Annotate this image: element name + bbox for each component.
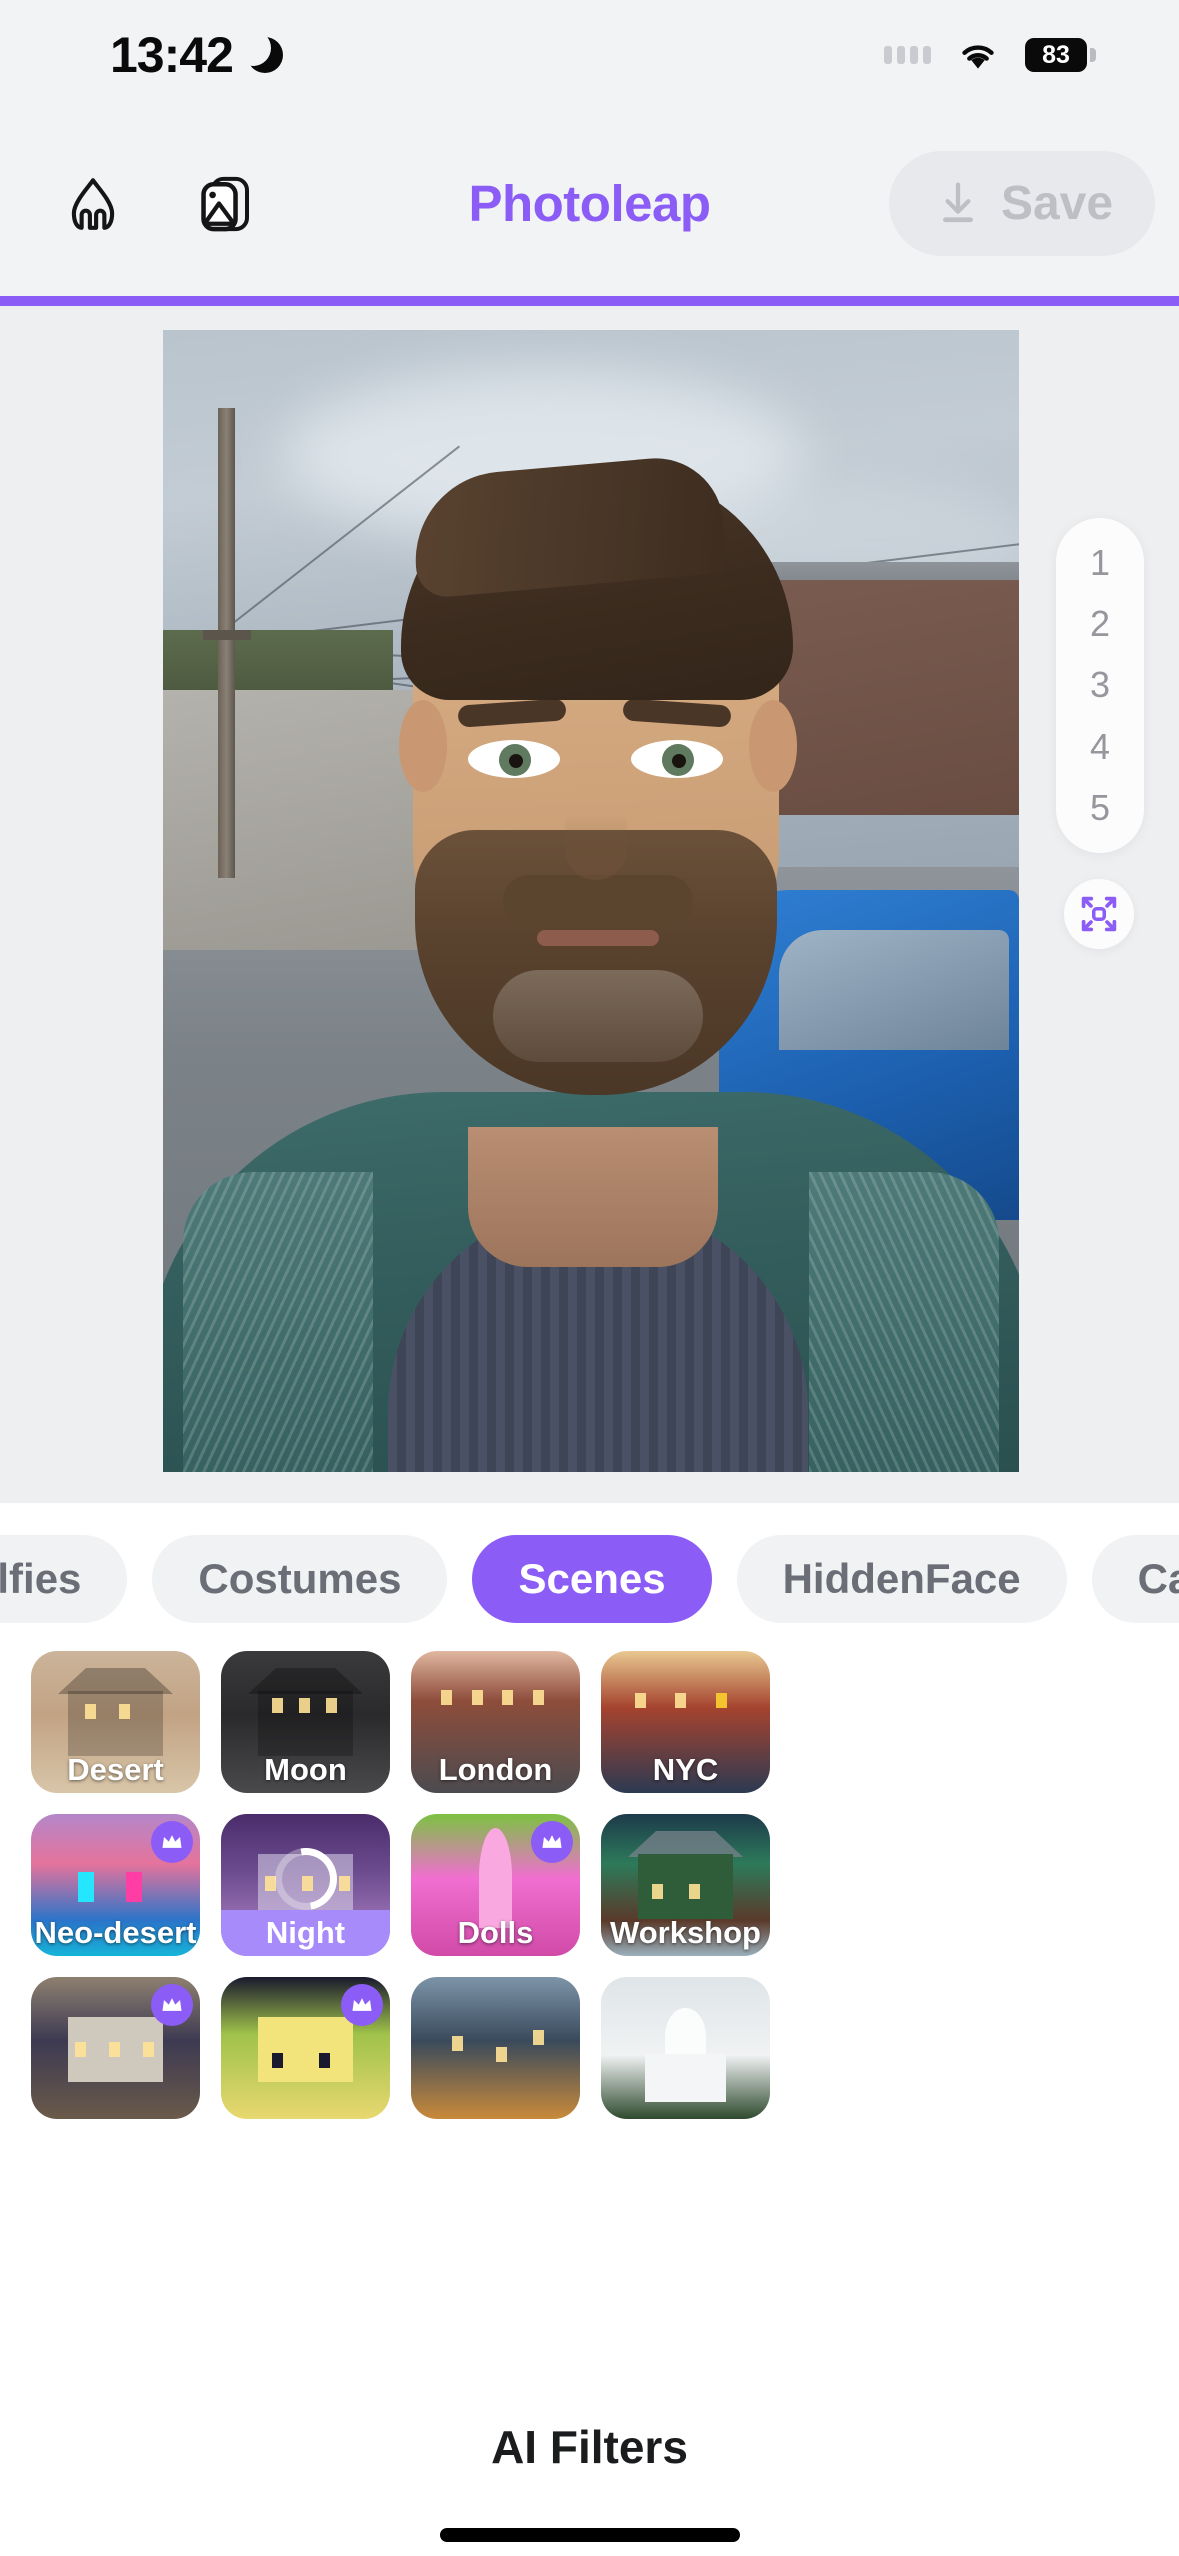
download-icon [942, 182, 973, 222]
category-tabs[interactable]: Selfies Costumes Scenes HiddenFace Carto [0, 1523, 1179, 1635]
crown-icon [542, 1835, 562, 1848]
scene-tile-label: Night [221, 1910, 390, 1956]
photo-jacket-mesh-left [183, 1172, 373, 1472]
premium-badge [151, 1984, 193, 2026]
photo-neck [468, 1127, 718, 1267]
premium-badge [151, 1821, 193, 1863]
scene-tile-label: NYC [652, 1752, 719, 1787]
photo-mustache [503, 875, 693, 927]
scene-tile-castle[interactable] [411, 1977, 580, 2119]
photo-pupil-right [672, 754, 686, 768]
scene-tile-label [31, 2073, 200, 2119]
variation-item-3[interactable]: 3 [1068, 659, 1132, 711]
premium-badge [531, 1821, 573, 1863]
scene-tile-taj[interactable] [601, 1977, 770, 2119]
scene-tile-night[interactable]: Night [221, 1814, 390, 1956]
photo-jacket-mesh-right [809, 1172, 999, 1472]
status-bar-left: 13:42 [110, 26, 283, 84]
scene-tile-label: Workshop [610, 1915, 761, 1950]
scene-tile-label: Dolls [457, 1915, 534, 1950]
scene-tile-desert[interactable]: Desert [31, 1651, 200, 1793]
scene-tile-label: Moon [264, 1752, 347, 1787]
photo-car-window [779, 930, 1009, 1050]
variation-item-5[interactable]: 5 [1068, 782, 1132, 834]
wifi-icon [962, 45, 994, 69]
crown-icon [162, 1998, 182, 2011]
scene-tile-label [411, 2073, 580, 2119]
tab-costumes[interactable]: Costumes [152, 1535, 448, 1623]
save-button-label: Save [1000, 177, 1114, 230]
scene-tile-workshop[interactable]: Workshop [601, 1814, 770, 1956]
photo-utility-pole [218, 408, 235, 878]
save-button[interactable]: Save [889, 151, 1155, 256]
status-bar-right: 83 [884, 38, 1096, 72]
scene-tile-label [601, 2073, 770, 2119]
scene-tile-label [221, 2073, 390, 2119]
tab-hiddenface[interactable]: HiddenFace [736, 1535, 1067, 1623]
scene-tile-neo-desert[interactable]: Neo-desert [31, 1814, 200, 1956]
variation-item-2[interactable]: 2 [1068, 598, 1132, 650]
filters-panel: Selfies Costumes Scenes HiddenFace Carto… [0, 1503, 1179, 2556]
tab-cartoon[interactable]: Carto [1091, 1535, 1179, 1623]
variation-rail[interactable]: 1 2 3 4 5 [1056, 518, 1144, 853]
category-tabs-track: Selfies Costumes Scenes HiddenFace Carto [0, 1535, 1179, 1623]
home-indicator[interactable] [439, 2528, 740, 2542]
tab-selfies[interactable]: Selfies [0, 1535, 128, 1623]
scene-tile-moon[interactable]: Moon [221, 1651, 390, 1793]
scene-tile-label: Desert [67, 1752, 164, 1787]
top-toolbar: Photoleap Save [0, 110, 1179, 297]
battery-indicator: 83 [1025, 38, 1096, 72]
premium-badge [341, 1984, 383, 2026]
crown-icon [352, 1998, 372, 2011]
photo-preview[interactable] [163, 330, 1019, 1472]
scene-grid[interactable]: Desert Moon London NYC Neo-desert Night … [0, 1651, 1179, 2441]
photo-pupil-left [509, 754, 523, 768]
expand-button[interactable] [1064, 879, 1134, 949]
photo-beard-highlight [493, 970, 703, 1062]
photo-ear-left [399, 700, 447, 792]
section-title: AI Filters [491, 2421, 688, 2473]
status-time: 13:42 [110, 27, 234, 83]
scene-grid-inner: Desert Moon London NYC Neo-desert Night … [0, 1651, 1179, 2119]
status-bar: 13:42 83 [0, 0, 1179, 110]
scene-tile-mountain[interactable] [31, 1977, 200, 2119]
variation-item-4[interactable]: 4 [1068, 721, 1132, 773]
scene-tile-cartoon-house[interactable] [221, 1977, 390, 2119]
photo-nose [565, 770, 627, 880]
crown-icon [162, 1835, 182, 1848]
signal-dots-icon [884, 46, 931, 64]
scene-tile-dolls[interactable]: Dolls [411, 1814, 580, 1956]
scene-tile-label: Neo-desert [34, 1915, 197, 1950]
scene-tile-london[interactable]: London [411, 1651, 580, 1793]
accent-divider [0, 296, 1179, 306]
photo-pole-arm [203, 630, 251, 640]
photo-mouth [537, 930, 659, 946]
editor-canvas: 1 2 3 4 5 [0, 306, 1179, 1503]
variation-item-1[interactable]: 1 [1068, 537, 1132, 589]
scene-tile-label: London [438, 1752, 553, 1787]
expand-fullscreen-icon [1081, 896, 1117, 932]
scene-tile-nyc[interactable]: NYC [601, 1651, 770, 1793]
crescent-moon-icon [234, 30, 283, 73]
tab-scenes[interactable]: Scenes [472, 1535, 712, 1623]
photo-ear-right [749, 700, 797, 792]
